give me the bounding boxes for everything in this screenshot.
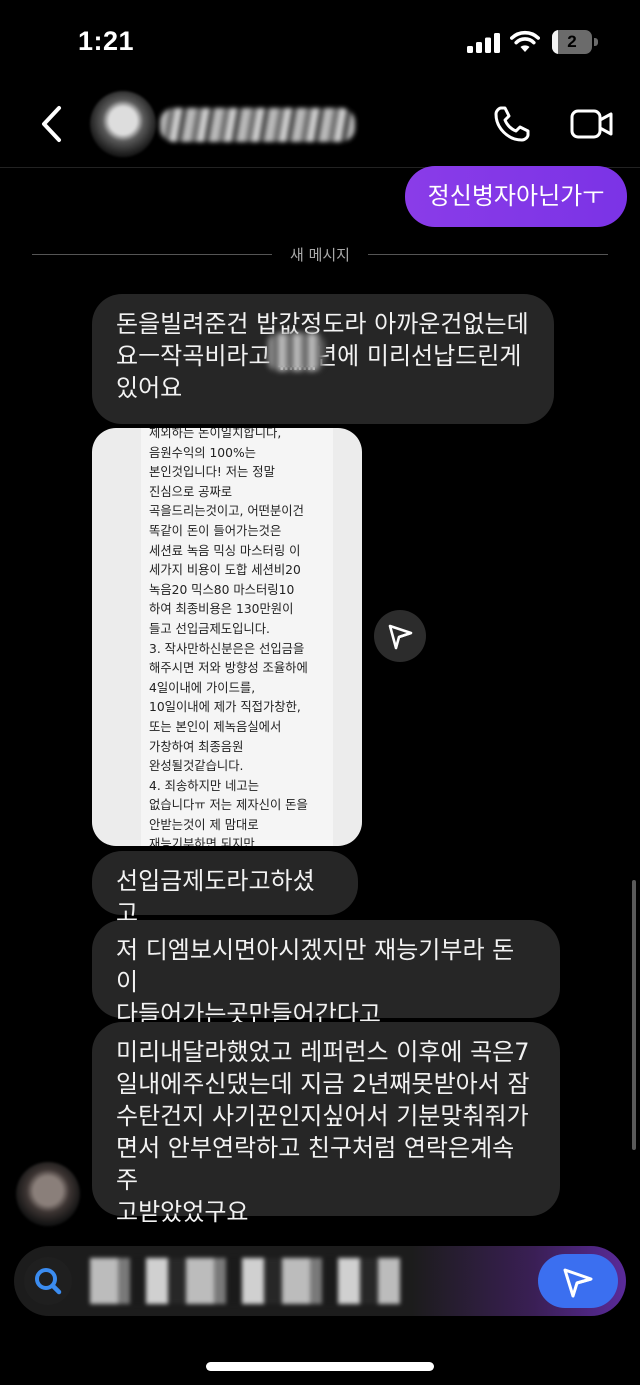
video-camera-icon[interactable] [570,106,614,142]
message-input[interactable] [90,1258,400,1304]
back-arrow-icon[interactable] [38,104,66,144]
phone-icon[interactable] [492,104,532,144]
new-messages-divider: 새 메시지 [32,242,608,268]
chat-header [0,86,640,168]
send-icon [563,1268,593,1298]
send-icon [388,624,413,650]
redacted-text [268,333,324,371]
cellular-signal-icon [467,33,500,53]
search-button[interactable] [24,1257,72,1305]
image-attachment[interactable]: 제외하는 돈이일치합니다, 음원수익의 100%는 본인것입니다! 저는 정말 … [92,428,362,846]
battery-percent: 2 [567,32,577,51]
sent-message-bubble[interactable]: 정신병자아닌가ㅜ [405,166,627,227]
received-message-bubble[interactable]: 미리내달라했었고 레퍼런스 이후에 곡은7 일내에주신댔는데 지금 2년째못받아… [92,1022,560,1226]
search-icon [35,1268,62,1295]
status-time: 1:21 [78,26,135,56]
home-indicator[interactable] [206,1362,434,1371]
received-message-bubble[interactable]: 선입금제도라고하셨고 [92,851,358,927]
contact-avatar[interactable] [90,91,156,157]
contact-name[interactable] [160,108,355,142]
status-bar: 1:21 2 [0,0,640,86]
share-button[interactable] [374,610,426,662]
send-button[interactable] [538,1254,618,1308]
battery-icon: 2 [552,30,598,54]
received-message-bubble[interactable]: 저 디엠보시면아시겠지만 재능기부라 돈이 다들어가는곳만들어간다고 [92,920,560,1028]
wifi-icon [510,30,540,52]
attachment-text: 제외하는 돈이일치합니다, 음원수익의 100%는 본인것입니다! 저는 정말 … [149,428,308,846]
sender-avatar[interactable] [16,1162,80,1226]
message-composer [14,1246,626,1316]
scrollbar[interactable] [632,880,636,1150]
divider-label: 새 메시지 [290,246,350,264]
